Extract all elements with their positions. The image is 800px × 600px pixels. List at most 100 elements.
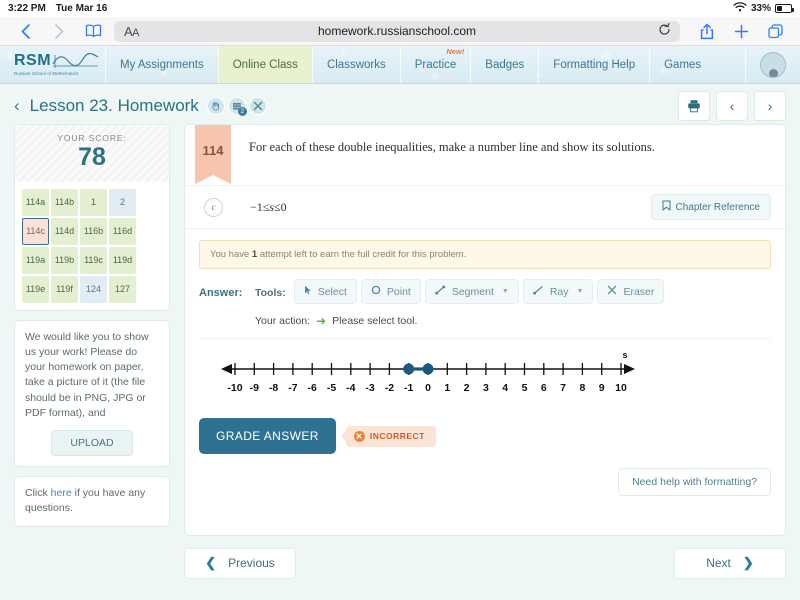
svg-text:-5: -5 (327, 382, 336, 394)
inequality-expression: −1≤s≤0 (250, 200, 287, 215)
problem-cell-127[interactable]: 127 (109, 275, 136, 303)
tools-icon[interactable] (248, 97, 267, 115)
share-icon[interactable] (690, 19, 724, 43)
number-line-canvas[interactable]: -10 -9 -8 -7 -6 -5 -4 -3 -2 -1 0 1 2 3 4 5 6 7 8 9 10 s (199, 338, 771, 406)
segment-icon (435, 285, 446, 298)
books-badge-count: 2 (237, 107, 247, 116)
problem-cell-119e[interactable]: 119e (22, 275, 49, 303)
problem-cell-114d[interactable]: 114d (51, 217, 78, 245)
need-help-formatting-button[interactable]: Need help with formatting? (618, 468, 771, 496)
plus-icon[interactable] (724, 19, 758, 43)
problem-cell-119b[interactable]: 119b (51, 246, 78, 274)
safari-toolbar: AA homework.russianschool.com (0, 17, 800, 46)
action-label: Your action: (255, 315, 311, 327)
problem-cell-116b[interactable]: 116b (80, 217, 107, 245)
chapter-reference-button[interactable]: Chapter Reference (650, 194, 771, 220)
next-problem-button[interactable]: › (754, 91, 786, 121)
chapter-reference-label: Chapter Reference (675, 201, 761, 213)
browser-forward-button[interactable] (42, 19, 76, 43)
tab-online-class[interactable]: Online Class (217, 46, 312, 83)
problem-cell-119f[interactable]: 119f (51, 275, 78, 303)
tool-point[interactable]: Point (360, 279, 421, 304)
tool-eraser[interactable]: Eraser (597, 279, 665, 304)
avatar[interactable] (760, 51, 786, 78)
status-date: Tue Mar 16 (55, 3, 108, 14)
page-title: Lesson 23. Homework (29, 96, 199, 115)
user-menu[interactable] (745, 46, 800, 83)
grade-answer-button[interactable]: GRADE ANSWER (199, 418, 336, 454)
svg-text:10: 10 (615, 382, 627, 394)
site-navigation: ❄ ❄ ❄ ❄ ❄ ❄ ❄ RSM Russian School of Math… (0, 46, 800, 84)
lesson-status-icons: 2 (206, 97, 267, 116)
tool-label: Segment (451, 285, 494, 298)
problem-cell-119a[interactable]: 119a (22, 246, 49, 274)
tool-label: Eraser (623, 285, 655, 298)
problem-cell-2[interactable]: 2 (109, 188, 136, 216)
svg-text:4: 4 (502, 382, 508, 394)
grade-row: GRADE ANSWER ✕ INCORRECT (185, 406, 785, 454)
score-header: YOUR SCORE: 78 (15, 125, 169, 182)
problem-part-row: c −1≤s≤0 Chapter Reference (185, 186, 785, 229)
sidebar: YOUR SCORE: 78 114a 114b 1 2 114c 114d 1… (14, 124, 170, 536)
number-line-svg[interactable]: -10 -9 -8 -7 -6 -5 -4 -3 -2 -1 0 1 2 3 4 5 6 7 8 9 10s (213, 349, 643, 401)
reload-icon[interactable] (658, 23, 671, 39)
previous-button[interactable]: ❮ Previous (184, 547, 296, 579)
here-link[interactable]: here (51, 487, 72, 499)
browser-back-button[interactable] (8, 19, 42, 43)
tab-games[interactable]: Games (649, 46, 715, 83)
problem-cell-114a[interactable]: 114a (22, 188, 49, 216)
problem-cell-114b[interactable]: 114b (51, 188, 78, 216)
tab-formatting-help[interactable]: Formatting Help (538, 46, 649, 83)
tabs-icon[interactable] (758, 19, 792, 43)
tool-select[interactable]: Select (293, 279, 357, 304)
address-bar[interactable]: AA homework.russianschool.com (114, 20, 680, 42)
back-to-lessons-button[interactable]: ‹ (14, 96, 20, 116)
tab-label: Classworks (326, 58, 386, 71)
tab-practice[interactable]: New! Practice (399, 46, 471, 83)
problem-cell-114c[interactable]: 114c (22, 217, 49, 245)
nav-tabs: My Assignments Online Class Classworks N… (105, 46, 715, 83)
problem-cell-116d[interactable]: 116d (109, 217, 136, 245)
answer-section: Answer: Tools: Select Point Segment ▼ Ra… (185, 269, 785, 304)
rsm-logo[interactable]: RSM Russian School of Mathematics (0, 46, 105, 83)
questions-card: Click here if you have any questions. (14, 476, 170, 527)
problem-cell-119d[interactable]: 119d (109, 246, 136, 274)
hand-icon[interactable] (206, 97, 225, 115)
chevron-down-icon[interactable]: ▼ (502, 288, 509, 295)
score-value: 78 (78, 143, 106, 171)
problem-cell-1[interactable]: 1 (80, 188, 107, 216)
upload-button[interactable]: UPLOAD (51, 430, 133, 457)
books-icon[interactable]: 2 (227, 97, 247, 116)
part-letter: c (204, 197, 223, 217)
svg-text:1: 1 (444, 382, 450, 394)
inequality-left: −1≤ (250, 199, 270, 214)
tool-label: Select (317, 285, 347, 298)
tool-ray[interactable]: Ray ▼ (522, 279, 594, 304)
text-size-button[interactable]: AA (124, 24, 140, 39)
svg-text:6: 6 (541, 382, 547, 394)
tab-badges[interactable]: Badges (470, 46, 538, 83)
prev-problem-button[interactable]: ‹ (716, 91, 748, 121)
tab-label: My Assignments (120, 58, 204, 71)
tab-label: Games (664, 58, 702, 71)
next-button[interactable]: Next ❯ (674, 547, 786, 579)
svg-text:-6: -6 (308, 382, 317, 394)
current-action-row: Your action: ➜ Please select tool. (185, 304, 785, 328)
tool-label: Ray (549, 285, 569, 298)
problem-cell-119c[interactable]: 119c (80, 246, 107, 274)
svg-text:-10: -10 (227, 382, 242, 394)
tab-classworks[interactable]: Classworks (311, 46, 400, 83)
answer-label: Answer: (199, 287, 243, 299)
svg-text:0: 0 (425, 382, 431, 394)
print-button[interactable] (678, 91, 710, 121)
battery-icon (775, 4, 794, 13)
book-icon[interactable] (76, 19, 110, 43)
url-text: homework.russianschool.com (317, 24, 477, 38)
chevron-down-icon[interactable]: ▼ (577, 288, 584, 295)
tab-my-assignments[interactable]: My Assignments (105, 46, 218, 83)
tab-label: Practice (414, 58, 457, 71)
alert-suffix: attempt left to earn the full credit for… (257, 249, 467, 260)
tool-segment[interactable]: Segment ▼ (424, 279, 519, 304)
problem-cell-124[interactable]: 124 (80, 275, 107, 303)
wifi-icon (733, 2, 747, 15)
